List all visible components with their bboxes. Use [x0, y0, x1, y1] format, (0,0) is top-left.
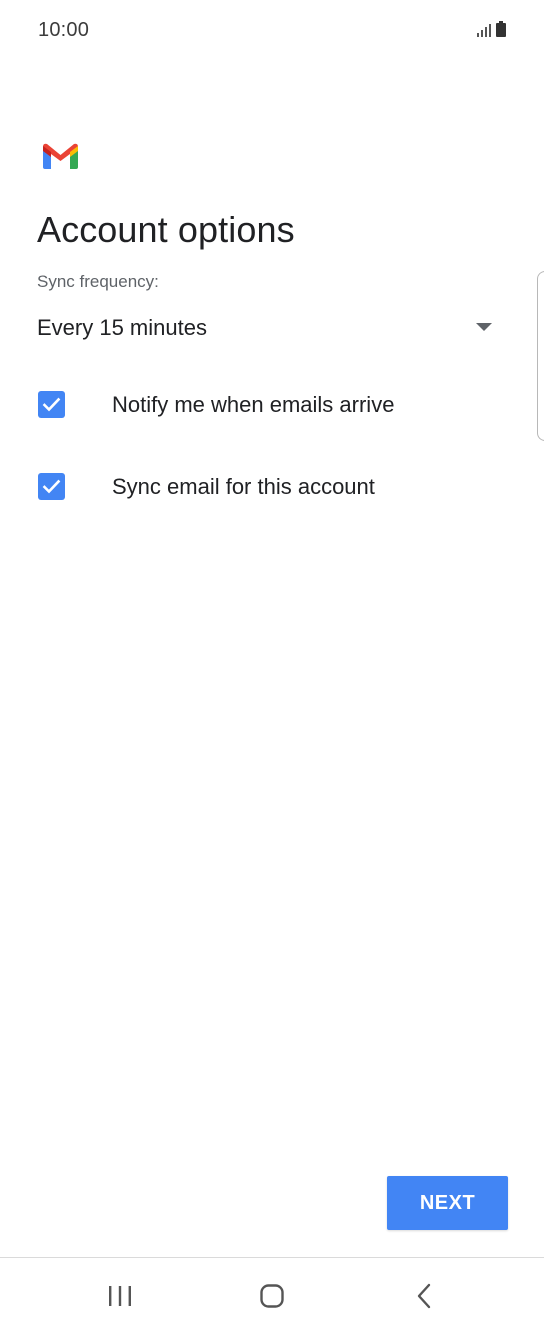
status-icons [477, 21, 506, 37]
notify-option-label: Notify me when emails arrive [112, 392, 395, 417]
battery-icon [496, 21, 506, 37]
recents-button[interactable] [100, 1276, 140, 1316]
account-options-screen: 10:00 Account options Sync frequency: Ev… [0, 0, 544, 1330]
back-icon [417, 1283, 431, 1309]
navigation-bar [0, 1258, 544, 1330]
gmail-logo-icon [43, 143, 78, 169]
sync-frequency-value: Every 15 minutes [37, 315, 207, 340]
recents-icon [109, 1286, 131, 1306]
notify-option-row[interactable]: Notify me when emails arrive [37, 380, 507, 430]
home-button[interactable] [252, 1276, 292, 1316]
sync-email-checkbox[interactable] [38, 473, 65, 500]
notify-checkbox[interactable] [38, 391, 65, 418]
sync-email-option-label: Sync email for this account [112, 474, 375, 499]
back-button[interactable] [405, 1276, 445, 1316]
edge-panel-handle[interactable] [537, 271, 544, 441]
page-title: Account options [37, 209, 295, 250]
status-time: 10:00 [38, 19, 90, 41]
home-icon [260, 1284, 284, 1308]
sync-frequency-label: Sync frequency: [37, 272, 159, 291]
next-button[interactable]: NEXT [387, 1176, 508, 1230]
dropdown-arrow-icon [476, 323, 492, 331]
sync-frequency-dropdown[interactable]: Every 15 minutes [37, 308, 497, 348]
signal-icon [477, 24, 491, 37]
checkmark-icon [42, 479, 61, 494]
checkmark-icon [42, 397, 61, 412]
status-bar: 10:00 [0, 0, 544, 60]
sync-email-option-row[interactable]: Sync email for this account [37, 462, 507, 512]
